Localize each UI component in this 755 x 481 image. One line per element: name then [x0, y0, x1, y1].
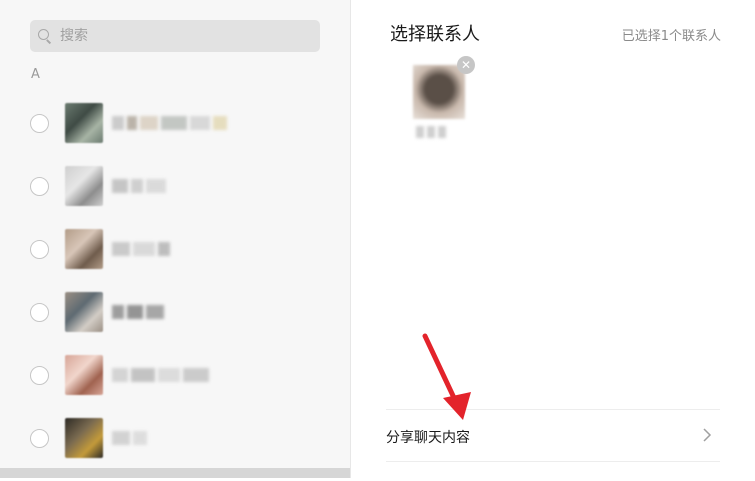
avatar: [65, 292, 103, 332]
selected-contact-avatar: [413, 65, 465, 119]
horizontal-scrollbar[interactable]: [0, 468, 350, 478]
share-chat-content-label: 分享聊天内容: [386, 430, 470, 446]
page-title: 选择联系人: [390, 24, 480, 45]
contact-name-redacted: [112, 366, 209, 384]
panel-divider: [350, 0, 351, 478]
selected-contact-name: [416, 126, 456, 140]
contact-name-redacted: [112, 114, 227, 132]
select-radio[interactable]: [30, 177, 49, 196]
red-arrow-annotation: [422, 333, 471, 420]
avatar: [65, 229, 103, 269]
chevron-right-icon: [703, 428, 712, 442]
contact-row[interactable]: [0, 355, 350, 418]
selected-count: 已选择1个联系人: [621, 29, 721, 44]
contact-row[interactable]: [0, 229, 350, 292]
remove-selected-button[interactable]: ✕: [457, 56, 475, 74]
avatar: [65, 166, 103, 206]
search-icon: [38, 29, 49, 40]
search-input[interactable]: [60, 20, 300, 52]
contact-row[interactable]: [0, 292, 350, 355]
contact-name-redacted: [112, 429, 147, 447]
contact-name-redacted: [112, 177, 166, 195]
avatar: [65, 103, 103, 143]
select-radio[interactable]: [30, 240, 49, 259]
avatar: [65, 418, 103, 458]
select-radio[interactable]: [30, 429, 49, 448]
select-radio[interactable]: [30, 366, 49, 385]
contact-name-redacted: [112, 240, 170, 258]
search-box[interactable]: [30, 20, 320, 52]
divider-line: [386, 461, 720, 462]
avatar: [65, 355, 103, 395]
contact-row[interactable]: [0, 103, 350, 166]
contact-row[interactable]: [0, 166, 350, 229]
select-radio[interactable]: [30, 114, 49, 133]
group-letter-header: A: [31, 67, 40, 82]
selected-contact: ✕: [410, 56, 475, 148]
contact-list-panel: A: [0, 0, 350, 478]
select-radio[interactable]: [30, 303, 49, 322]
contact-name-redacted: [112, 303, 164, 321]
